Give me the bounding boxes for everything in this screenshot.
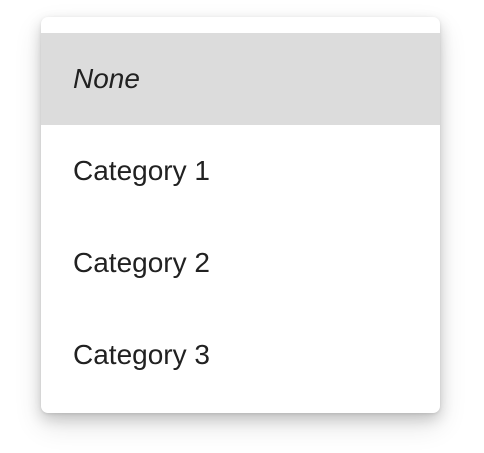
menu-item-label: Category 3 [73, 339, 210, 370]
menu-item-label: Category 2 [73, 247, 210, 278]
menu-item-label: None [73, 63, 140, 94]
menu-item-category-1[interactable]: Category 1 [41, 125, 440, 217]
menu-list: None Category 1 Category 2 Category 3 [41, 17, 440, 401]
dropdown-menu: None Category 1 Category 2 Category 3 [41, 17, 440, 413]
menu-item-none[interactable]: None [41, 33, 440, 125]
menu-item-label: Category 1 [73, 155, 210, 186]
menu-item-category-2[interactable]: Category 2 [41, 217, 440, 309]
menu-item-category-3[interactable]: Category 3 [41, 309, 440, 401]
